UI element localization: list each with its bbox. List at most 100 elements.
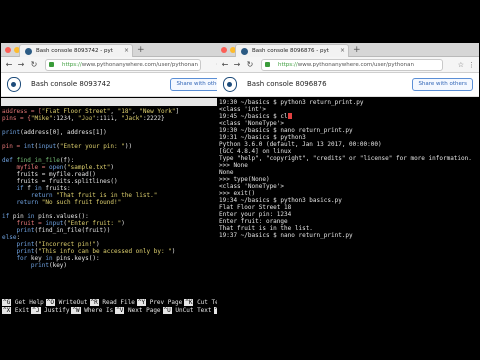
shortcut-key: ^R [89, 299, 99, 306]
code-token: ) [171, 248, 176, 255]
shortcut-key: ^W [71, 307, 81, 314]
tab-close-icon[interactable]: × [340, 45, 345, 57]
code-token: print [2, 248, 35, 255]
tab-bar: Bash console 8093742 - pyt × + [1, 43, 237, 57]
terminal-line: That fruit is in the list. [219, 225, 479, 232]
code-token: ) [121, 220, 125, 227]
url-text: www.pythonanywhere.com/user/pythonan [81, 62, 198, 68]
terminal-line-text: 19:45 ~/basics $ cl [219, 113, 288, 120]
nano-version: GNU nano 2.2.6 [3, 106, 54, 113]
address-bar[interactable]: https://www.pythonanywhere.com/user/pyth… [45, 59, 201, 71]
code-line: def find_in_file(f): [2, 157, 237, 164]
terminal-line: Type "help", "copyright", "credits" or "… [219, 155, 479, 162]
terminal-line-text: Type "help", "copyright", "credits" or "… [219, 155, 472, 162]
code-area[interactable]: address = ["Flat Floor Street", "18", "N… [1, 106, 237, 269]
new-tab-button[interactable]: + [137, 44, 145, 56]
shortcut-row: ^G Get Help ^O WriteOut ^R Read File ^Y Pre… [2, 299, 237, 307]
close-window-button[interactable] [221, 47, 227, 53]
code-token: (f): [59, 157, 75, 164]
shortcut-row: ^X Exit ^J Justify ^W Where Is ^V Next Page… [2, 307, 237, 315]
code-token: "Enter fruit: " [67, 220, 122, 227]
shortcut-label: Where Is [80, 307, 114, 314]
url-scheme: https:// [278, 62, 298, 68]
code-token: ] [175, 108, 180, 115]
browser-tab[interactable]: Bash console 8093742 - pyt × [19, 44, 133, 57]
code-token: )) [124, 143, 133, 150]
share-button[interactable]: Share with others [412, 78, 473, 91]
tab-title: Bash console 8096876 - pyt [252, 48, 329, 54]
shortcut-key: ^U [162, 307, 172, 314]
code-token: fruits = myfile.read() [2, 171, 96, 178]
close-window-button[interactable] [5, 47, 11, 53]
pythonanywhere-logo-icon[interactable] [223, 77, 237, 92]
shortcut-key: ^G [2, 299, 12, 306]
terminal-cursor [287, 113, 292, 119]
shortcut-label: WriteOut [54, 299, 88, 306]
code-token: "No such fruit found!" [41, 199, 122, 206]
address-bar[interactable]: https://www.pythonanywhere.com/user/pyth… [261, 59, 443, 71]
console-title: Bash console 8096876 [247, 80, 327, 88]
lock-icon [265, 62, 270, 67]
terminal-line-text: <class 'NoneType'> [219, 120, 285, 127]
code-token: fruits = fruits.splitlines() [2, 178, 118, 185]
terminal-line: Enter your pin: 1234 [219, 211, 479, 218]
code-token: in [34, 185, 46, 192]
terminal-line: 19:31 ~/basics $ python3 [219, 134, 479, 141]
back-arrow-icon[interactable]: ← [220, 59, 230, 71]
code-token: print [2, 227, 35, 234]
code-line: print(find_in_file(fruit)) [2, 227, 237, 234]
shortcut-label: Get Help [11, 299, 44, 306]
pythonanywhere-header: Bash console 8096876 Share with others [217, 73, 479, 97]
terminal-line-text: That fruit is in the list. [219, 225, 313, 232]
code-token: "Incorrect pin!" [38, 241, 96, 248]
forward-arrow-icon[interactable]: → [16, 59, 26, 71]
reload-icon[interactable]: ↻ [29, 59, 39, 71]
code-line: print("Incorrect pin!") [2, 241, 237, 248]
shortcut-label: Read File [98, 299, 135, 306]
shortcut-label: Next Page [124, 307, 161, 314]
terminal-line-text: 19:37 ~/basics $ nano return_print.py [219, 232, 353, 239]
code-line: for key in pins.keys(): [2, 255, 237, 262]
pythonanywhere-favicon-icon [25, 48, 32, 55]
bash-terminal[interactable]: 19:30 ~/basics $ python3 return_print.py… [217, 98, 479, 316]
code-token: (key) [48, 262, 68, 269]
code-line: pins = {"Mike":1234, "Joe":1111, "Jack":… [2, 115, 237, 122]
code-token: "18" [117, 108, 133, 115]
terminal-line-text: >>> None [219, 162, 248, 169]
menu-icon[interactable]: ⋮ [468, 59, 475, 71]
code-token: return [2, 192, 57, 199]
terminal-line: 19:45 ~/basics $ cl [219, 113, 479, 120]
code-token: :2222} [142, 115, 165, 122]
code-line: if pin in pins.values(): [2, 213, 237, 220]
terminal-line: 19:37 ~/basics $ nano return_print.py [219, 232, 479, 239]
tab-close-icon[interactable]: × [124, 45, 129, 57]
code-token: pins.keys(): [56, 255, 100, 262]
forward-arrow-icon[interactable]: → [232, 59, 242, 71]
terminal-line-text: >>> exit() [219, 190, 256, 197]
code-token: "This info can be accessed only by: " [38, 248, 172, 255]
terminal-line-text: 19:30 ~/basics $ nano return_print.py [219, 127, 353, 134]
nano-shortcuts: ^G Get Help ^O WriteOut ^R Read File ^Y Pre… [2, 299, 237, 315]
tab-bar: Bash console 8096876 - pyt × + [217, 43, 479, 57]
bookmark-star-icon[interactable]: ☆ [458, 59, 464, 71]
shortcut-key: ^J [31, 307, 41, 314]
code-token: return [2, 199, 42, 206]
code-token: pins.values(): [38, 213, 89, 220]
terminal-line-text: Flat Floor Street 18 [219, 204, 292, 211]
pythonanywhere-favicon-icon [241, 48, 248, 55]
browser-tab[interactable]: Bash console 8096876 - pyt × [235, 44, 349, 57]
code-token: pin [12, 213, 28, 220]
back-arrow-icon[interactable]: ← [4, 59, 14, 71]
code-line: print(address[0], address[1]) [2, 129, 237, 136]
terminal-line-text: <class 'int'> [219, 106, 266, 113]
new-tab-button[interactable]: + [353, 44, 361, 56]
pythonanywhere-logo-icon[interactable] [7, 77, 21, 92]
code-token: "New York" [139, 108, 176, 115]
code-token: in [27, 213, 39, 220]
terminal-line-text: None [219, 169, 234, 176]
terminal-line: >>> None [219, 162, 479, 169]
reload-icon[interactable]: ↻ [245, 59, 255, 71]
code-token: open [48, 164, 64, 171]
nano-editor[interactable]: GNU nano 2.2.6 File: basics.py Modified … [1, 98, 237, 316]
